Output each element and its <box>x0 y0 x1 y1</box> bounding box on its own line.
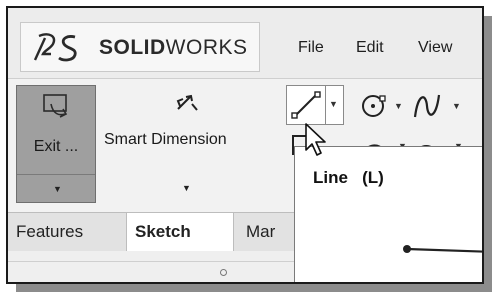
exit-sketch-label: Exit ... <box>33 138 79 155</box>
mouse-pointer-icon <box>305 123 326 156</box>
line-preview-icon <box>403 245 482 253</box>
solidworks-window: SOLIDWORKS File Edit View Exit ... ▼ Sma… <box>6 6 484 284</box>
ds-logo-icon <box>33 33 77 62</box>
smart-dimension-label[interactable]: Smart Dimension <box>104 131 227 149</box>
line-tooltip: Line (L) <box>294 146 482 282</box>
tab-sketch[interactable]: Sketch <box>126 213 234 252</box>
smart-dimension-caret-icon[interactable]: ▼ <box>182 183 191 193</box>
circle-dropdown-caret-icon[interactable]: ▼ <box>394 101 403 111</box>
line-tool-icon <box>291 91 321 119</box>
smart-dimension-icon <box>176 94 198 111</box>
line-dropdown-caret-icon[interactable]: ▼ <box>329 99 338 109</box>
line-split-divider <box>325 86 326 124</box>
title-bar: SOLIDWORKS File Edit View <box>8 8 482 78</box>
solidworks-logo[interactable]: SOLIDWORKS <box>20 22 260 72</box>
exit-sketch-button[interactable]: Exit ... ▼ <box>16 85 96 203</box>
exit-sketch-icon <box>43 94 68 118</box>
menu-file[interactable]: File <box>298 39 324 57</box>
line-tool-button[interactable]: ▼ <box>286 85 344 125</box>
brand-name: SOLIDWORKS <box>99 36 248 59</box>
tab-features[interactable]: Features <box>8 213 91 251</box>
exit-dropdown-caret-icon[interactable]: ▼ <box>53 184 62 194</box>
exit-divider <box>17 174 95 175</box>
resize-handle-icon[interactable] <box>220 269 227 276</box>
menu-edit[interactable]: Edit <box>356 39 384 57</box>
circle-tool-icon[interactable] <box>358 91 388 121</box>
spline-dropdown-caret-icon[interactable]: ▼ <box>452 101 461 111</box>
spline-tool-icon[interactable] <box>410 89 444 123</box>
tab-markup[interactable]: Mar <box>238 213 283 251</box>
menu-view[interactable]: View <box>418 39 452 57</box>
